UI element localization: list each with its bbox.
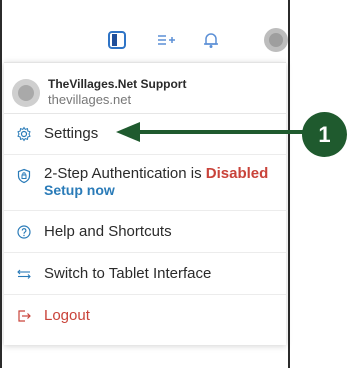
menu-item-help[interactable]: Help and Shortcuts <box>4 211 286 253</box>
callout-badge: 1 <box>302 112 347 157</box>
settings-label: Settings <box>44 125 99 142</box>
logout-icon <box>18 310 31 322</box>
gear-icon <box>17 126 31 142</box>
two-step-prefix: 2-Step Authentication is <box>44 165 206 182</box>
menu-item-switch-tablet[interactable]: Switch to Tablet Interface <box>4 253 286 295</box>
account-domain: thevillages.net <box>48 92 132 107</box>
account-header: TheVillages.Net Support thevillages.net <box>4 63 286 114</box>
user-avatar-icon[interactable] <box>264 28 288 52</box>
sort-add-icon[interactable] <box>156 30 176 50</box>
menu-item-two-step-auth[interactable]: 2-Step Authentication is Disabled Setup … <box>4 155 286 211</box>
account-name: TheVillages.Net Support <box>48 77 187 91</box>
help-circle-icon <box>17 225 31 239</box>
account-dropdown-menu: TheVillages.Net Support thevillages.net … <box>4 62 286 345</box>
logout-label: Logout <box>44 307 90 324</box>
setup-now-link[interactable]: Setup now <box>44 182 115 198</box>
two-step-disabled: Disabled <box>205 165 269 182</box>
help-label: Help and Shortcuts <box>44 223 172 240</box>
avatar-icon <box>12 79 40 107</box>
swap-arrows-icon <box>17 269 31 279</box>
switch-label: Switch to Tablet Interface <box>44 265 212 282</box>
menu-item-logout[interactable]: Logout <box>4 295 286 337</box>
avatar <box>12 79 40 107</box>
two-step-status-text: 2-Step Authentication is Disabled <box>44 165 268 182</box>
sidebar-toggle-icon[interactable] <box>107 30 127 50</box>
callout-arrow <box>116 122 306 142</box>
shield-lock-icon <box>17 168 31 184</box>
bell-icon[interactable] <box>201 30 221 50</box>
